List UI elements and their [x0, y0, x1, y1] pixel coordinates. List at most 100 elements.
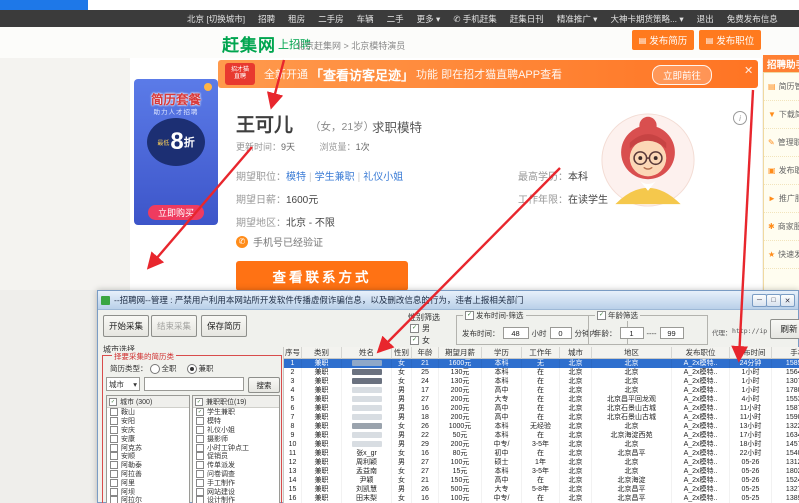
time-filter-checkbox[interactable]: ✓ 发布时间-筛选: [463, 310, 526, 321]
city-list-item[interactable]: 阿里: [107, 478, 189, 487]
table-row[interactable]: 1兼职女211600元本科无北京北京A_2x模特..24分钟15851470: [284, 359, 799, 368]
nav-item[interactable]: 租房: [288, 13, 305, 25]
column-header[interactable]: 城市: [560, 347, 592, 359]
table-row[interactable]: 10兼职男29200元中专/3-5年北京北京A_2x模特..18小时145720…: [284, 440, 799, 449]
sidebar-item-推广服务[interactable]: ►推广服务: [764, 185, 799, 213]
search-button[interactable]: 搜索: [248, 377, 280, 393]
nav-item[interactable]: 更多 ▾: [417, 13, 441, 25]
banner-close-icon[interactable]: ✕: [744, 64, 753, 77]
save-resume-button[interactable]: 保存简历: [201, 315, 247, 337]
start-collect-button[interactable]: 开始采集: [103, 315, 149, 337]
table-row[interactable]: 6兼职 男16200元高中在北京北京石景山古城A_2x模特..11小时158731…: [284, 404, 799, 413]
stop-collect-button[interactable]: 结束采集: [151, 315, 197, 337]
resume-package-ad[interactable]: 简历套餐 助力人才招聘 最低 8 折 立即购买: [134, 79, 218, 225]
age-filter-checkbox[interactable]: ✓ 年龄筛选: [595, 310, 640, 321]
table-row[interactable]: 12兼职周利颖男27100元硕士1年北京北京A_2x模特..05-2613125…: [284, 458, 799, 467]
city-list-item[interactable]: 阿拉善: [107, 469, 189, 479]
sidebar-item-发布职位[interactable]: ▣发布职位: [764, 157, 799, 185]
expected-job-link[interactable]: 礼仪小姐: [363, 172, 403, 183]
nav-item[interactable]: 赶集日刊: [510, 13, 544, 25]
position-list-item[interactable]: 模特: [193, 417, 279, 426]
column-header[interactable]: 发布职位: [672, 347, 730, 359]
table-row[interactable]: 11兼职张x_gr女1680元初中在北京北京昌平A_2x模特..22小时1540…: [284, 449, 799, 458]
table-row[interactable]: 13兼职孟益南女2715元本科3-5年北京北京A_2x模特..05-261802…: [284, 467, 799, 476]
city-list-item[interactable]: 阿勒泰: [107, 461, 189, 470]
table-row[interactable]: 15 兼职 刘凯慧男 26 500元 大专 5-8年 北京 北京昌平 A_2x模特.. 05-25 1…: [284, 485, 799, 494]
nav-item[interactable]: 招聘: [258, 13, 275, 25]
age-max-input[interactable]: 99: [659, 327, 684, 339]
position-list-item[interactable]: ✓ 学生兼职: [193, 408, 279, 417]
column-header[interactable]: 年龄: [412, 347, 439, 359]
close-button[interactable]: ✕: [780, 294, 795, 307]
city-list-item[interactable]: 阿坝: [107, 487, 189, 496]
table-row[interactable]: 2兼职女25130元本科在北京北京A_2x模特..1小时15647235: [284, 368, 799, 377]
nav-item[interactable]: 车辆: [357, 13, 374, 25]
male-checkbox[interactable]: ✓ 男: [410, 323, 430, 334]
nav-item[interactable]: 免费发布信息: [727, 13, 778, 25]
city-list-item[interactable]: 鞍山: [107, 408, 189, 417]
publish-job-button[interactable]: ▤ 发布职位: [699, 30, 761, 50]
column-header[interactable]: 工作年: [522, 347, 560, 359]
browser-tab[interactable]: [0, 0, 88, 10]
column-header[interactable]: 发布时间: [730, 347, 772, 359]
position-list-item[interactable]: 设计制作: [193, 496, 279, 503]
column-header[interactable]: 地区: [592, 347, 672, 359]
column-header[interactable]: 序号: [284, 347, 302, 359]
column-header[interactable]: 姓名: [342, 347, 392, 359]
sidebar-item-下载简历[interactable]: ▼下载简历: [764, 101, 799, 129]
position-list-header[interactable]: ✓ 兼职职位(19): [193, 396, 279, 408]
table-row[interactable]: 8兼职女261000元本科无经验北京北京A_2x模特..13小时13224442: [284, 422, 799, 431]
table-row[interactable]: 7兼职 男18200元高中在北京北京石景山古城A_2x模特..11小时159004…: [284, 413, 799, 422]
sidebar-item-快速发布[interactable]: ★快速发布: [764, 241, 799, 269]
filter-input[interactable]: [144, 377, 244, 391]
nav-item[interactable]: 二手: [387, 13, 404, 25]
nav-item[interactable]: 精准推广 ▾: [557, 13, 598, 25]
view-contact-button[interactable]: 查看联系方式: [236, 261, 408, 291]
city-list-item[interactable]: 阿克苏: [107, 443, 189, 452]
nav-item[interactable]: 大神卡期货策略... ▾: [610, 13, 683, 25]
table-row[interactable]: 5兼职 男27200元大专在北京北京昌平回龙观A_2x模特..4小时1553802…: [284, 395, 799, 404]
minimize-button[interactable]: ─: [752, 294, 767, 307]
expected-job-link[interactable]: 学生兼职: [315, 172, 355, 183]
column-header[interactable]: 类别: [302, 347, 342, 359]
city-dropdown[interactable]: 城市 ▾: [106, 377, 140, 391]
expected-job-link[interactable]: 模特: [286, 172, 306, 183]
position-list-item[interactable]: 促销员: [193, 452, 279, 461]
publish-resume-button[interactable]: ▤ 发布简历: [632, 30, 694, 50]
nav-item[interactable]: 二手房: [318, 13, 344, 25]
age-min-input[interactable]: 1: [619, 327, 644, 339]
sidebar-item-商家服务[interactable]: ✱商家服务: [764, 213, 799, 241]
column-header[interactable]: 期望月薪: [439, 347, 482, 359]
city-list-header[interactable]: ✓ 城市 (300): [107, 396, 189, 408]
maximize-button[interactable]: □: [766, 294, 781, 307]
position-list-item[interactable]: 网站建设: [193, 487, 279, 496]
city-list-item[interactable]: 安康: [107, 434, 189, 443]
fulltime-radio[interactable]: [149, 363, 160, 374]
table-row[interactable]: 4兼职男17200元高中在北京北京A_2x模特..1小时17804721: [284, 386, 799, 395]
position-list-item[interactable]: 传单派发: [193, 461, 279, 470]
sidebar-item-简历管理[interactable]: ▤简历管理: [764, 73, 799, 101]
column-header[interactable]: 性别: [392, 347, 412, 359]
info-icon[interactable]: i: [733, 111, 747, 125]
column-header[interactable]: 学历: [482, 347, 522, 359]
parttime-radio[interactable]: [186, 363, 197, 374]
table-row[interactable]: 14兼职尹颖女21150元高中在北京北京海淀A_2x模特..05-2615244…: [284, 476, 799, 485]
female-checkbox[interactable]: ✓ 女: [410, 335, 430, 346]
window-titlebar[interactable]: --招聘网--管理 : 严禁用户利用本网站所开发软件传播虚假诈骗信息，以及删改信…: [98, 291, 798, 310]
table-row[interactable]: 16 兼职 田末梨女 16 100元 中专/在北京 北京昌平 A_2x模特.. 05-25 138…: [284, 494, 799, 503]
banner-go-button[interactable]: 立即前往: [652, 65, 712, 85]
nav-item[interactable]: 北京 [切换城市]: [187, 13, 245, 25]
nav-item[interactable]: 退出: [697, 13, 714, 25]
ad-buy-button[interactable]: 立即购买: [148, 205, 204, 220]
position-list-item[interactable]: 问卷调查: [193, 469, 279, 479]
promo-banner[interactable]: 招才猫 直聘 全新开通 「查看访客足迹」 功能 即在招才猫直聘APP查看 立即前…: [218, 60, 758, 88]
city-list-item[interactable]: 阿拉尔: [107, 496, 189, 503]
sidebar-item-管理职位[interactable]: ✎管理职位: [764, 129, 799, 157]
city-list-item[interactable]: 安庆: [107, 425, 189, 435]
nav-item[interactable]: ✆ 手机赶集: [453, 13, 496, 25]
city-list-item[interactable]: 安阳: [107, 417, 189, 426]
position-list-item[interactable]: 小时工钟点工: [193, 443, 279, 452]
breadcrumb[interactable]: 北京赶集网 > 北京模特演员: [296, 39, 405, 52]
position-list-item[interactable]: 礼仪小姐: [193, 425, 279, 435]
city-list-item[interactable]: 安顺: [107, 452, 189, 461]
